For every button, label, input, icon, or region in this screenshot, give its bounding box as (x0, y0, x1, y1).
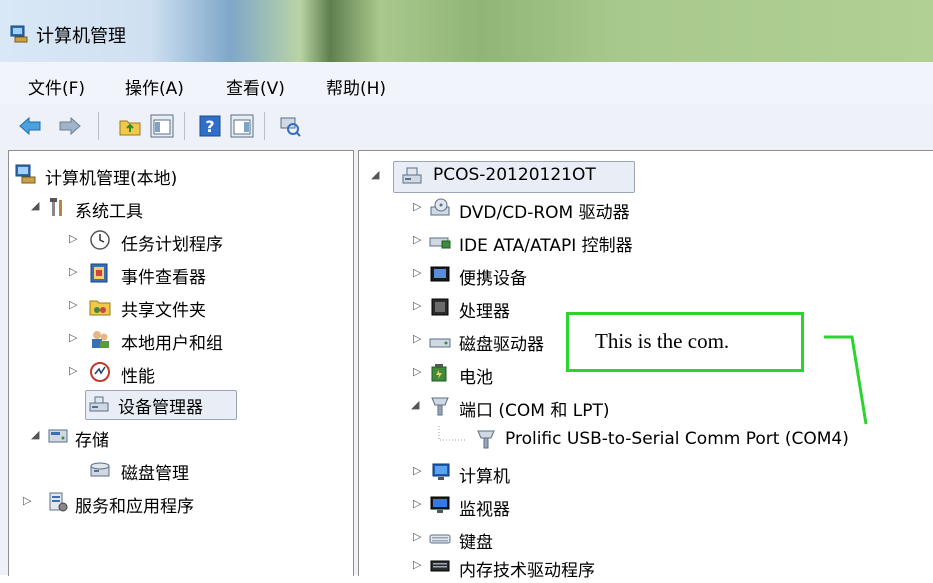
annotation-leader-line (824, 335, 868, 425)
